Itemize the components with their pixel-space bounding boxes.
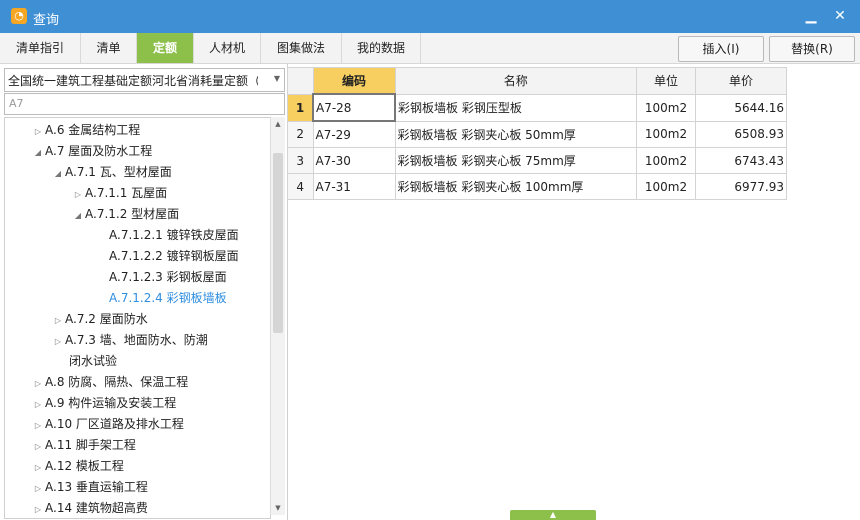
cell-name[interactable]: 彩钢板墙板 彩钢压型板 [394, 93, 637, 122]
column-header-code[interactable]: 编码 [312, 67, 396, 95]
scroll-down-icon[interactable]: ▼ [271, 501, 285, 515]
triangle-down-icon[interactable]: ◢ [51, 164, 65, 184]
cell-unit[interactable]: 100m2 [636, 120, 696, 148]
app-icon: ◔ [11, 8, 27, 24]
triangle-right-icon[interactable]: ▷ [31, 500, 45, 518]
column-header-price[interactable]: 单价 [695, 67, 787, 95]
minimize-icon[interactable]: ▁ [801, 6, 821, 26]
cell-code[interactable]: A7-30 [312, 147, 396, 174]
cell-unit[interactable]: 100m2 [636, 173, 696, 200]
chevron-down-icon: ▼ [273, 74, 280, 83]
tree-scrollbar[interactable]: ▲ ▼ [270, 117, 285, 515]
tab-quota[interactable]: 定额 [137, 33, 194, 63]
tab-labor-material-machine[interactable]: 人材机 [194, 33, 261, 63]
expand-panel-handle[interactable]: ▲ [510, 510, 596, 520]
triangle-down-icon[interactable]: ◢ [31, 143, 45, 163]
tree-item[interactable]: ▷ A.14 建筑物超高费 [31, 498, 148, 518]
triangle-right-icon[interactable]: ▷ [71, 185, 85, 205]
tree-item[interactable]: A.7.1.2.1 镀锌铁皮屋面 [95, 225, 239, 245]
triangle-right-icon[interactable]: ▷ [31, 479, 45, 499]
triangle-right-icon[interactable]: ▷ [31, 374, 45, 394]
tree-item[interactable]: A.7.1.2.3 彩钢板屋面 [95, 267, 227, 287]
row-number: 3 [287, 147, 314, 174]
triangle-down-icon[interactable]: ◢ [71, 206, 85, 226]
close-icon[interactable]: ✕ [830, 6, 850, 26]
tree-item[interactable]: ◢ A.7 屋面及防水工程 [31, 141, 152, 161]
quota-library-value: 全国统一建筑工程基础定额河北省消耗量定额（2 [8, 74, 258, 88]
tree-item[interactable]: ▷ A.12 模板工程 [31, 456, 124, 476]
cell-unit[interactable]: 100m2 [636, 93, 696, 122]
triangle-right-icon[interactable]: ▷ [51, 332, 65, 352]
triangle-right-icon[interactable]: ▷ [31, 437, 45, 457]
tree-item[interactable]: ▷ A.7.1.1 瓦屋面 [71, 183, 167, 203]
row-number: 4 [287, 173, 314, 200]
tree-item[interactable]: ▷ A.8 防腐、隔热、保温工程 [31, 372, 188, 392]
chapter-tree: ▷ A.6 金属结构工程 ◢ A.7 屋面及防水工程 ◢ A.7.1 瓦、型材屋面 ▷… [4, 117, 271, 519]
cell-code[interactable]: A7-29 [312, 120, 396, 148]
left-panel: 全国统一建筑工程基础定额河北省消耗量定额（2 ▼ ▷A.6 金属结构工程 ◢A.… [0, 63, 288, 520]
tab-atlas-method[interactable]: 图集做法 [261, 33, 342, 63]
tree-item[interactable]: ◢ A.7.1.2 型材屋面 [71, 204, 179, 224]
search-field[interactable] [4, 93, 285, 115]
table-row[interactable]: 1 A7-28 彩钢板墙板 彩钢压型板 100m2 5644.16 [287, 93, 787, 122]
cell-name[interactable]: 彩钢板墙板 彩钢夹心板 100mm厚 [394, 173, 637, 200]
triangle-right-icon[interactable]: ▷ [31, 416, 45, 436]
cell-code[interactable]: A7-28 [312, 93, 396, 122]
triangle-right-icon[interactable]: ▷ [31, 122, 45, 142]
column-header-unit[interactable]: 单位 [636, 67, 696, 95]
tree-item[interactable]: 闭水试验 [69, 351, 117, 371]
search-input[interactable] [5, 94, 279, 112]
cell-price[interactable]: 6977.93 [695, 173, 787, 200]
tree-item[interactable]: ◢ A.7.1 瓦、型材屋面 [51, 162, 172, 182]
replace-button[interactable]: 替换(R) [769, 36, 855, 62]
insert-button[interactable]: 插入(I) [678, 36, 764, 62]
tree-item[interactable]: ▷ A.7.3 墙、地面防水、防潮 [51, 330, 208, 350]
scroll-thumb[interactable] [273, 153, 283, 333]
quota-results-grid: 编码 名称 单位 单价 1 A7-28 彩钢板墙板 彩钢压型板 100m2 56… [287, 67, 787, 200]
tree-item-selected[interactable]: A.7.1.2.4 彩钢板墙板 [95, 288, 227, 308]
cell-code[interactable]: A7-31 [312, 173, 396, 200]
tab-bill-guide[interactable]: 清单指引 [0, 33, 81, 63]
cell-price[interactable]: 5644.16 [695, 93, 787, 122]
table-row[interactable]: 4 A7-31 彩钢板墙板 彩钢夹心板 100mm厚 100m2 6977.93 [287, 173, 787, 200]
table-row[interactable]: 2 A7-29 彩钢板墙板 彩钢夹心板 50mm厚 100m2 6508.93 [287, 120, 787, 148]
tree-item[interactable]: A.7.1.2.2 镀锌钢板屋面 [95, 246, 239, 266]
tree-item[interactable]: ▷ A.13 垂直运输工程 [31, 477, 148, 497]
tree-item[interactable]: ▷ A.7.2 屋面防水 [51, 309, 148, 329]
table-row[interactable]: 3 A7-30 彩钢板墙板 彩钢夹心板 75mm厚 100m2 6743.43 [287, 147, 787, 174]
tab-bill[interactable]: 清单 [81, 33, 137, 63]
tree-item[interactable]: ▷ A.11 脚手架工程 [31, 435, 136, 455]
tab-my-data[interactable]: 我的数据 [342, 33, 421, 63]
quota-library-select[interactable]: 全国统一建筑工程基础定额河北省消耗量定额（2 ▼ [4, 68, 285, 92]
window-title: 查询 [33, 13, 60, 28]
tree-item[interactable]: ▷ A.6 金属结构工程 [31, 120, 140, 140]
cell-price[interactable]: 6743.43 [695, 147, 787, 174]
triangle-right-icon[interactable]: ▷ [31, 395, 45, 415]
rownum-header [287, 67, 314, 95]
scroll-up-icon[interactable]: ▲ [271, 117, 285, 131]
row-number: 1 [287, 93, 314, 122]
triangle-right-icon[interactable]: ▷ [51, 311, 65, 331]
cell-name[interactable]: 彩钢板墙板 彩钢夹心板 50mm厚 [394, 120, 637, 148]
row-number: 2 [287, 120, 314, 148]
cell-price[interactable]: 6508.93 [695, 120, 787, 148]
tree-item[interactable]: ▷ A.9 构件运输及安装工程 [31, 393, 176, 413]
window-titlebar: ◔ 查询 ▁ ✕ [0, 0, 860, 33]
cell-unit[interactable]: 100m2 [636, 147, 696, 174]
tree-item[interactable]: ▷ A.10 厂区道路及排水工程 [31, 414, 184, 434]
column-header-name[interactable]: 名称 [394, 67, 637, 95]
triangle-right-icon[interactable]: ▷ [31, 458, 45, 478]
cell-name[interactable]: 彩钢板墙板 彩钢夹心板 75mm厚 [394, 147, 637, 174]
